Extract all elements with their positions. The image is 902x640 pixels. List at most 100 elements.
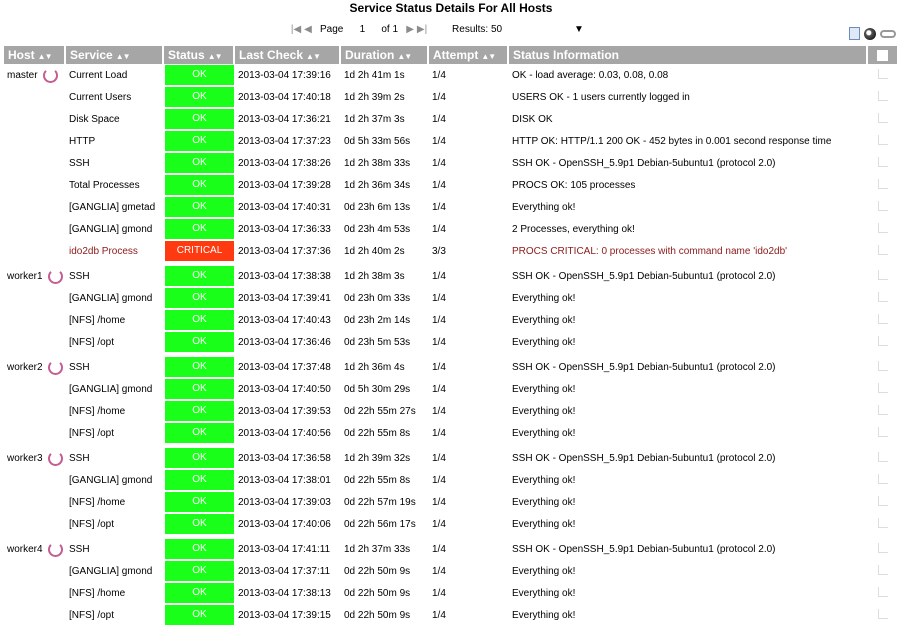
service-name-link[interactable]: [GANGLIA] gmetad <box>66 196 164 218</box>
last-page-icon[interactable]: ▶| <box>416 22 428 38</box>
table-row[interactable]: Disk Space OK 2013-03-04 17:36:21 1d 2h 37m… <box>4 108 897 130</box>
host-name-link[interactable]: master <box>7 70 38 81</box>
service-name-link[interactable]: Current Users <box>66 86 164 108</box>
table-row[interactable]: [NFS] /home OK 2013-03-04 17:39:53 0d 22h 5… <box>4 400 897 422</box>
row-checkbox[interactable] <box>877 291 888 302</box>
service-name-link[interactable]: SSH <box>66 447 164 469</box>
row-checkbox[interactable] <box>877 200 888 211</box>
row-checkbox[interactable] <box>877 335 888 346</box>
row-checkbox[interactable] <box>877 564 888 575</box>
host-name-link[interactable]: worker4 <box>7 544 43 555</box>
host-status-icon[interactable] <box>42 67 58 83</box>
column-header-duration[interactable]: Duration ▲▼ <box>341 46 429 64</box>
service-name-link[interactable]: [NFS] /home <box>66 309 164 331</box>
service-name-link[interactable]: [NFS] /home <box>66 400 164 422</box>
table-row[interactable]: worker1 SSH OK 2013-03-04 17:38:38 1d 2h 38m… <box>4 265 897 287</box>
table-row[interactable]: [GANGLIA] gmetad OK 2013-03-04 17:40:31 0d … <box>4 196 897 218</box>
service-name-link[interactable]: HTTP <box>66 130 164 152</box>
row-checkbox[interactable] <box>877 451 888 462</box>
table-row[interactable]: [GANGLIA] gmond OK 2013-03-04 17:37:11 0d 2… <box>4 560 897 582</box>
sort-icon[interactable]: ▲▼ <box>306 52 321 61</box>
row-checkbox[interactable] <box>877 90 888 101</box>
row-checkbox[interactable] <box>877 68 888 79</box>
column-header-attempt[interactable]: Attempt ▲▼ <box>429 46 509 64</box>
globe-icon[interactable] <box>864 27 876 40</box>
row-checkbox[interactable] <box>877 178 888 189</box>
table-row[interactable]: [GANGLIA] gmond OK 2013-03-04 17:36:33 0d 2… <box>4 218 897 240</box>
service-name-link[interactable]: SSH <box>66 152 164 174</box>
table-row[interactable]: [NFS] /home OK 2013-03-04 17:40:43 0d 23h 2… <box>4 309 897 331</box>
row-checkbox[interactable] <box>877 542 888 553</box>
column-header-host[interactable]: Host ▲▼ <box>4 46 66 64</box>
table-row[interactable]: [NFS] /opt OK 2013-03-04 17:40:06 0d 22h 56… <box>4 513 897 535</box>
table-row[interactable]: [NFS] /home OK 2013-03-04 17:39:03 0d 22h 5… <box>4 491 897 513</box>
service-name-link[interactable]: [NFS] /home <box>66 582 164 604</box>
link-icon[interactable] <box>880 29 896 38</box>
host-status-icon[interactable] <box>47 541 63 557</box>
host-status-icon[interactable] <box>47 450 63 466</box>
row-checkbox[interactable] <box>877 244 888 255</box>
service-name-link[interactable]: [GANGLIA] gmond <box>66 560 164 582</box>
row-checkbox[interactable] <box>877 313 888 324</box>
column-header-status[interactable]: Status ▲▼ <box>164 46 235 64</box>
table-row[interactable]: Total Processes OK 2013-03-04 17:39:28 1d 2… <box>4 174 897 196</box>
table-row[interactable]: worker2 SSH OK 2013-03-04 17:37:48 1d 2h 36m… <box>4 356 897 378</box>
row-checkbox[interactable] <box>877 473 888 484</box>
service-name-link[interactable]: SSH <box>66 265 164 287</box>
service-name-link[interactable]: SSH <box>66 356 164 378</box>
table-row[interactable]: worker3 SSH OK 2013-03-04 17:36:58 1d 2h 39m… <box>4 447 897 469</box>
row-checkbox[interactable] <box>877 608 888 619</box>
service-name-link[interactable]: [NFS] /opt <box>66 422 164 444</box>
service-name-link[interactable]: Current Load <box>66 64 164 86</box>
host-status-icon[interactable] <box>47 268 63 284</box>
page-number-input[interactable]: 1 <box>349 22 375 38</box>
host-name-link[interactable]: worker2 <box>7 362 43 373</box>
row-checkbox[interactable] <box>877 517 888 528</box>
column-header-service[interactable]: Service ▲▼ <box>66 46 164 64</box>
row-checkbox[interactable] <box>877 222 888 233</box>
table-row[interactable]: [NFS] /opt OK 2013-03-04 17:36:46 0d 23h 5m… <box>4 331 897 353</box>
service-name-link[interactable]: ido2db Process <box>66 240 164 262</box>
chevron-down-icon[interactable]: ▼ <box>574 22 584 38</box>
service-name-link[interactable]: [GANGLIA] gmond <box>66 287 164 309</box>
sort-icon[interactable]: ▲▼ <box>38 52 53 61</box>
table-row[interactable]: master Current Load OK 2013-03-04 17:39:16 1… <box>4 64 897 86</box>
host-name-link[interactable]: worker1 <box>7 271 43 282</box>
row-checkbox[interactable] <box>877 586 888 597</box>
service-name-link[interactable]: [NFS] /opt <box>66 604 164 626</box>
row-checkbox[interactable] <box>877 134 888 145</box>
host-name-link[interactable]: worker3 <box>7 453 43 464</box>
table-row[interactable]: SSH OK 2013-03-04 17:38:26 1d 2h 38m 33s 1/4… <box>4 152 897 174</box>
row-checkbox[interactable] <box>877 404 888 415</box>
row-checkbox[interactable] <box>877 426 888 437</box>
sort-icon[interactable]: ▲▼ <box>481 52 496 61</box>
row-checkbox[interactable] <box>877 112 888 123</box>
table-row[interactable]: HTTP OK 2013-03-04 17:37:23 0d 5h 33m 56s 1/… <box>4 130 897 152</box>
first-page-icon[interactable]: |◀ <box>290 22 302 38</box>
service-name-link[interactable]: [GANGLIA] gmond <box>66 218 164 240</box>
host-status-icon[interactable] <box>47 359 63 375</box>
table-row[interactable]: [NFS] /opt OK 2013-03-04 17:40:56 0d 22h 55… <box>4 422 897 444</box>
table-row[interactable]: [GANGLIA] gmond OK 2013-03-04 17:38:01 0d 2… <box>4 469 897 491</box>
row-checkbox[interactable] <box>877 156 888 167</box>
next-page-icon[interactable]: ▶ <box>404 22 416 38</box>
sort-icon[interactable]: ▲▼ <box>397 52 412 61</box>
prev-page-icon[interactable]: ◀ <box>302 22 314 38</box>
select-all-checkbox[interactable] <box>868 46 897 64</box>
service-name-link[interactable]: [NFS] /opt <box>66 513 164 535</box>
row-checkbox[interactable] <box>877 495 888 506</box>
table-row[interactable]: ido2db Process CRITICAL 2013-03-04 17:37:3… <box>4 240 897 262</box>
table-row[interactable]: Current Users OK 2013-03-04 17:40:18 1d 2h … <box>4 86 897 108</box>
service-name-link[interactable]: Disk Space <box>66 108 164 130</box>
results-per-page-select[interactable]: Results: 50 <box>452 22 562 38</box>
service-name-link[interactable]: [NFS] /opt <box>66 331 164 353</box>
table-row[interactable]: [NFS] /opt OK 2013-03-04 17:39:15 0d 22h 50… <box>4 604 897 626</box>
service-name-link[interactable]: [NFS] /home <box>66 491 164 513</box>
service-name-link[interactable]: SSH <box>66 538 164 560</box>
service-name-link[interactable]: Total Processes <box>66 174 164 196</box>
service-name-link[interactable]: [GANGLIA] gmond <box>66 378 164 400</box>
table-row[interactable]: worker4 SSH OK 2013-03-04 17:41:11 1d 2h 37m… <box>4 538 897 560</box>
column-header-last-check[interactable]: Last Check ▲▼ <box>235 46 341 64</box>
sort-icon[interactable]: ▲▼ <box>208 52 223 61</box>
row-checkbox[interactable] <box>877 382 888 393</box>
